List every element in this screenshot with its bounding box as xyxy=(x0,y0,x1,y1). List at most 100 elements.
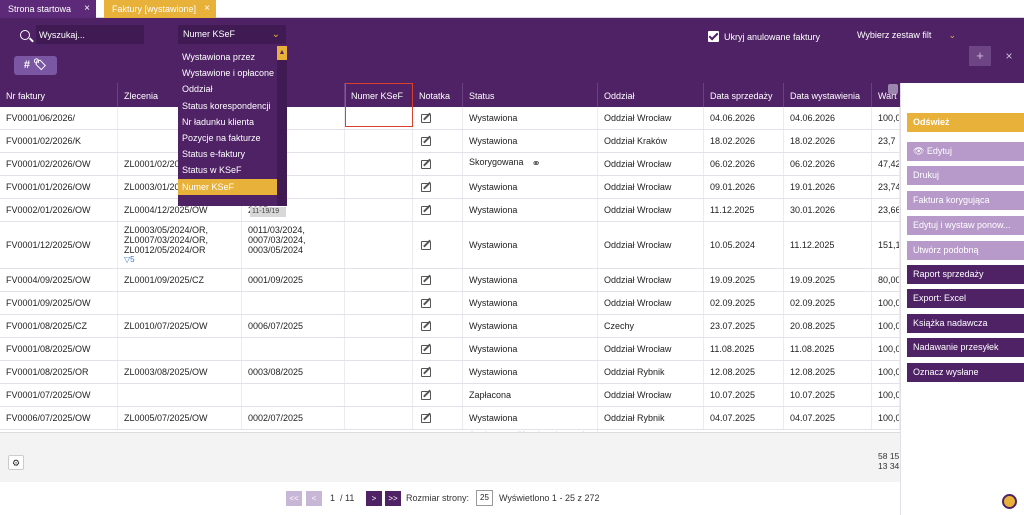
edit-note-icon[interactable] xyxy=(421,182,431,192)
action-button[interactable]: Drukuj xyxy=(907,166,1024,185)
column-header-note[interactable]: Notatka xyxy=(413,83,463,107)
more-orders-badge[interactable]: ▽5 xyxy=(124,255,135,265)
tab-home[interactable]: Strona startowa × xyxy=(0,0,96,18)
add-filter-set-button[interactable]: + xyxy=(969,46,991,66)
action-button[interactable]: Edytuj i wystaw ponow... xyxy=(907,216,1024,235)
table-row[interactable]: FV0001/06/2026/Wystawiona Oddział Wrocław… xyxy=(0,107,900,130)
cell-status: Zapłacona xyxy=(463,384,598,406)
cell-status: Wystawiona xyxy=(463,199,598,221)
column-header-invoice-number[interactable]: Nr faktury xyxy=(0,83,118,107)
dropdown-item[interactable]: Status e-faktury xyxy=(178,146,277,162)
cell-text: 11.12.2025 xyxy=(790,240,835,250)
tab-invoices-close-icon[interactable]: × xyxy=(204,0,210,18)
cell-text: 10.05.2024 xyxy=(710,240,756,250)
dropdown-item[interactable]: Status korespondencji xyxy=(178,98,277,114)
cell-ksef-number xyxy=(345,153,413,175)
cell-branch: Oddział Kraków xyxy=(598,130,704,152)
table-row[interactable]: FV0002/01/2026/OWZL0004/12/2025/OW2025Wy… xyxy=(0,199,900,222)
edit-note-icon[interactable] xyxy=(421,113,431,123)
cell-ksef-number xyxy=(345,407,413,429)
action-button[interactable]: Książka nadawcza xyxy=(907,314,1024,333)
tab-home-close-icon[interactable]: × xyxy=(84,0,90,18)
cell-text: 04.07.2025 xyxy=(710,413,756,423)
chat-icon[interactable] xyxy=(1002,494,1017,509)
column-header-sale-date[interactable]: Data sprzedaży xyxy=(704,83,784,107)
cell-text: Wystawiona xyxy=(469,321,518,331)
action-button[interactable]: Oznacz wysłane xyxy=(907,363,1024,382)
dropdown-item[interactable]: Wystawiona przez xyxy=(178,49,277,65)
first-page-button[interactable]: << xyxy=(286,491,302,506)
table-row[interactable]: FV0001/08/2025/CZ ZL0010/07/2025/OW 0006/0… xyxy=(0,315,900,338)
filter-set-select[interactable]: Wybierz zestaw filt ⌄ xyxy=(852,26,962,45)
last-page-button[interactable]: >> xyxy=(385,491,401,506)
table-row[interactable]: FV0001/12/2025/OW ZL0003/05/2024/OR, ZL000… xyxy=(0,222,900,269)
cell-sale-date: 06.02.2026 xyxy=(704,153,784,175)
prev-page-button[interactable]: < xyxy=(306,491,322,506)
dropdown-item[interactable]: Wystawione i opłacone xyxy=(178,65,277,81)
table-row[interactable]: FV0006/07/2025/OW ZL0005/07/2025/OW 0002/0… xyxy=(0,407,900,430)
edit-note-icon[interactable] xyxy=(421,275,431,285)
edit-note-icon[interactable] xyxy=(421,298,431,308)
table-row[interactable]: FV0001/01/2026/OWZL0003/01/2026/OW2026Wy… xyxy=(0,176,900,199)
tags-button[interactable]: # 🏷 xyxy=(14,56,57,75)
action-button[interactable]: Utwórz podobną xyxy=(907,241,1024,260)
column-options-icon[interactable] xyxy=(888,84,898,94)
cell-orders xyxy=(118,292,242,314)
cell-branch: Oddział Wrocław xyxy=(598,199,704,221)
cell-ksef-number xyxy=(345,222,413,268)
edit-note-icon[interactable] xyxy=(421,136,431,146)
column-header-issue-date[interactable]: Data wystawienia xyxy=(784,83,872,107)
dropdown-item[interactable]: Oddział xyxy=(178,81,277,97)
action-button[interactable]: Raport sprzedaży xyxy=(907,265,1024,284)
dropdown-item[interactable]: Numer KSeF xyxy=(178,178,277,195)
cell-text: Wystawiona xyxy=(469,240,518,250)
gear-icon[interactable]: ⚙ xyxy=(8,455,24,470)
action-button[interactable]: Odśwież xyxy=(907,113,1024,132)
cell-note xyxy=(413,361,463,383)
table-row[interactable]: FV0001/08/2025/OW Wystawiona Oddział Wrocł… xyxy=(0,338,900,361)
column-select[interactable]: Numer KSeF ⌄ xyxy=(178,25,286,44)
dropdown-scrollbar[interactable] xyxy=(277,46,287,206)
edit-note-icon[interactable] xyxy=(421,321,431,331)
dropdown-item[interactable]: Status w KSeF xyxy=(178,162,277,178)
table-row[interactable]: FV0001/02/2026/OWZL0001/02/2026/OW2026Sk… xyxy=(0,153,900,176)
edit-note-icon[interactable] xyxy=(421,367,431,377)
hide-cancelled-checkbox[interactable]: Ukryj anulowane faktury xyxy=(708,31,820,43)
cell-text: Oddział Rybnik xyxy=(604,413,665,423)
total-line-2: 13 34 xyxy=(878,461,900,471)
action-button[interactable]: Export: Excel xyxy=(907,289,1024,308)
table-row[interactable]: FV0001/07/2025/OW Zapłacona Oddział Wrocła… xyxy=(0,384,900,407)
cell-branch: Czechy xyxy=(598,315,704,337)
cell-line: ZL0003/05/2024/OR, xyxy=(124,225,209,235)
table-row[interactable]: FV0001/02/2026/K Wystawiona Oddział Kraków… xyxy=(0,130,900,153)
table-row[interactable]: FV0004/09/2025/OW ZL0001/09/2025/CZ 0001/0… xyxy=(0,269,900,292)
edit-note-icon[interactable] xyxy=(421,390,431,400)
next-page-button[interactable]: > xyxy=(366,491,382,506)
dropdown-item[interactable]: Pozycje na fakturze xyxy=(178,130,277,146)
close-toolbar-button[interactable]: × xyxy=(998,46,1020,66)
cell-sale-date: 19.09.2025 xyxy=(704,269,784,291)
column-header-branch[interactable]: Oddział xyxy=(598,83,704,107)
edit-note-icon[interactable] xyxy=(421,205,431,215)
edit-note-icon[interactable] xyxy=(421,240,431,250)
table-row[interactable]: FV0001/08/2025/OR ZL0003/08/2025/OW 0003/0… xyxy=(0,361,900,384)
edit-note-icon[interactable] xyxy=(421,159,431,169)
cell-text: FV0004/09/2025/OW xyxy=(6,275,91,285)
scroll-up-icon[interactable]: ▲ xyxy=(277,46,287,60)
cell-value: 23,7 xyxy=(872,130,900,152)
edit-note-icon[interactable] xyxy=(421,413,431,423)
dropdown-item[interactable]: Nr ładunku klienta xyxy=(178,114,277,130)
cell-text: Oddział Wrocław xyxy=(604,298,672,308)
edit-note-icon[interactable] xyxy=(421,344,431,354)
search-input[interactable] xyxy=(36,25,144,44)
cell-line: 0007/03/2024, xyxy=(248,235,306,245)
tab-invoices[interactable]: Faktury [wystawione] × xyxy=(104,0,216,18)
action-button[interactable]: Faktura korygująca xyxy=(907,191,1024,210)
action-button[interactable]: Nadawanie przesyłek xyxy=(907,338,1024,357)
column-header-status[interactable]: Status xyxy=(463,83,598,107)
action-button[interactable]: 👁 Edytuj xyxy=(907,142,1024,161)
table-row[interactable]: FV0001/09/2025/OW Wystawiona Oddział Wrocł… xyxy=(0,292,900,315)
cell-branch: Oddział Rybnik xyxy=(598,361,704,383)
link-icon[interactable]: ⚭ xyxy=(532,157,541,170)
page-size-input[interactable]: 25 xyxy=(476,490,493,506)
